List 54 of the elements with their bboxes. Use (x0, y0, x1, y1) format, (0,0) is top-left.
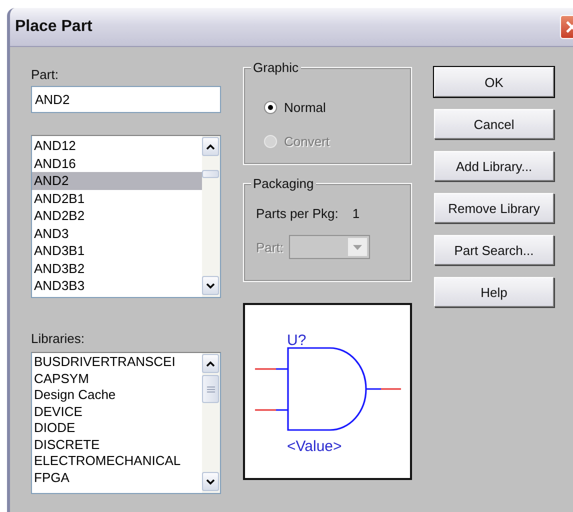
dialog-button[interactable]: OK (434, 67, 554, 97)
dialog-button[interactable]: Remove Library (434, 193, 554, 223)
window-title: Place Part (15, 18, 92, 36)
list-item[interactable]: AND12 (32, 137, 202, 154)
up-chevron-icon (206, 360, 215, 366)
scroll-down-button[interactable] (202, 276, 219, 295)
parts-per-pkg-value: 1 (352, 206, 360, 221)
radio-label: Convert (284, 134, 330, 148)
list-item[interactable]: AND2 (32, 172, 202, 190)
value-text: <Value> (287, 438, 342, 455)
parts-per-pkg-label: Parts per Pkg: (256, 206, 338, 221)
list-item[interactable]: BUSDRIVERTRANSCEI (32, 354, 202, 370)
list-item[interactable]: AND3B3 (32, 277, 202, 294)
list-item[interactable]: CAPSYM (32, 370, 202, 387)
reference-text: U? (287, 332, 306, 349)
scrollbar[interactable] (202, 136, 220, 297)
list-item[interactable]: FPGA (32, 470, 202, 486)
list-item[interactable]: AND16 (32, 154, 202, 172)
list-item[interactable]: DEVICE (32, 404, 202, 420)
group-title: Packaging (251, 176, 316, 191)
dropdown-arrow-icon (353, 244, 362, 250)
libraries-label: Libraries: (31, 331, 86, 346)
grip-icon (206, 386, 214, 392)
part-label: Part: (31, 67, 60, 82)
scroll-up-button[interactable] (202, 354, 219, 373)
dialog-button[interactable]: Help (434, 277, 554, 307)
up-chevron-icon (206, 144, 215, 150)
list-item[interactable]: Design Cache (32, 387, 202, 404)
list-item[interactable]: DISCRETE (32, 436, 202, 453)
part-label: Part: (256, 240, 284, 254)
list-item[interactable]: AND2B1 (32, 190, 202, 207)
down-chevron-icon (206, 478, 215, 484)
scrollbar[interactable] (202, 353, 220, 493)
list-item[interactable]: AND3 (32, 224, 202, 242)
dialog-button[interactable]: Cancel (434, 109, 554, 139)
down-chevron-icon (206, 282, 215, 288)
radio-button[interactable] (264, 100, 277, 114)
radio-option[interactable]: Normal (264, 90, 411, 124)
scroll-down-button[interactable] (202, 472, 219, 491)
list-item[interactable]: AND3B1 (32, 242, 202, 260)
scroll-thumb[interactable] (202, 170, 219, 178)
libraries-list[interactable]: BUSDRIVERTRANSCEI CAPSYM Design Cache DEVICE DIODE DISCRETE ELECTROMECHANICAL FPGA (31, 352, 221, 494)
radio-label: Normal (284, 100, 326, 114)
dialog-button[interactable]: Add Library... (434, 151, 554, 181)
group-title: Graphic (251, 60, 301, 75)
scroll-up-button[interactable] (202, 137, 219, 156)
dialog-button[interactable]: Part Search... (434, 235, 554, 265)
list-item[interactable]: AND2B2 (32, 207, 202, 224)
parts-list[interactable]: AND12 AND16 AND2 AND2B1 AND2B2 AND3 AND3B1 AND3B2 AND3B3 (31, 135, 221, 298)
list-item[interactable]: ELECTROMECHANICAL (32, 453, 202, 470)
list-item[interactable]: AND3B2 (32, 260, 202, 277)
part-input-field[interactable]: AND2 (31, 86, 221, 113)
list-item[interactable]: DIODE (32, 420, 202, 436)
scroll-thumb[interactable] (202, 375, 219, 403)
